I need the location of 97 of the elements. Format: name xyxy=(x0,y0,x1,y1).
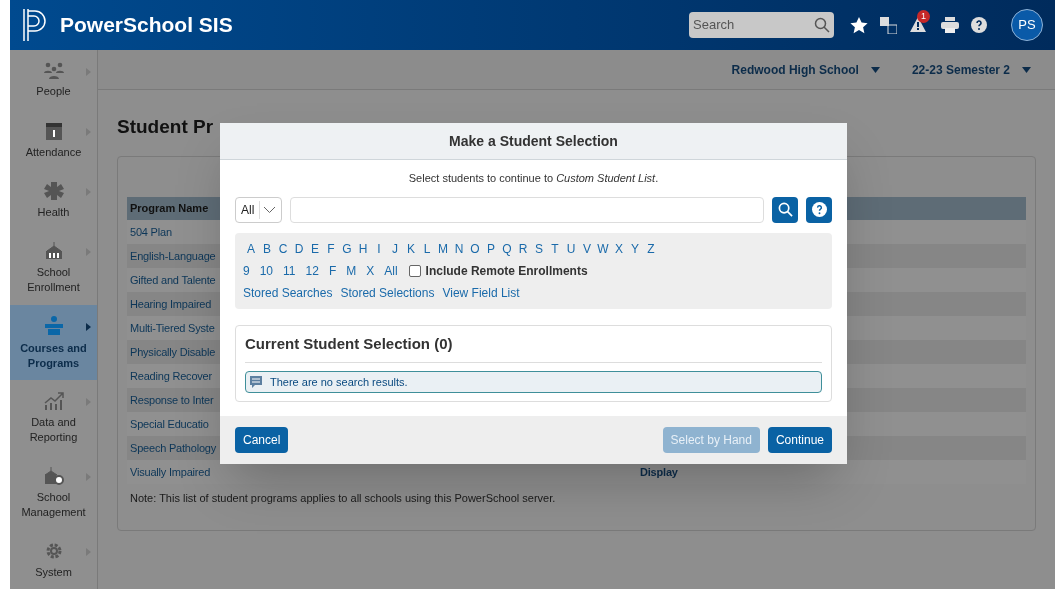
dialog-button[interactable]: Continue xyxy=(767,427,832,453)
school-gear-icon xyxy=(42,465,65,486)
remote-checkbox[interactable] xyxy=(408,264,421,277)
letter-link[interactable]: H xyxy=(355,239,371,258)
sidebar-label: People xyxy=(35,83,72,99)
caret-icon xyxy=(870,66,880,73)
sidebar-item[interactable]: School Management xyxy=(10,455,97,530)
sidebar-label: Courses and Programs xyxy=(19,340,88,371)
stored-link[interactable]: View Field List xyxy=(442,283,520,302)
letter-link[interactable]: A xyxy=(243,239,259,258)
page-title: Student Pr xyxy=(117,115,214,139)
sidebar-label: School Enrollment xyxy=(26,264,81,295)
sidebar-item[interactable]: Data and Reporting xyxy=(10,380,97,455)
checkbox-label: Include Remote Enrollments xyxy=(425,262,588,280)
display-link[interactable]: Display xyxy=(640,464,678,481)
medical-star-icon xyxy=(43,180,64,201)
sidebar-item[interactable]: Health xyxy=(10,170,97,230)
column-header: Program Name xyxy=(130,200,209,216)
grade-link[interactable]: X xyxy=(366,261,375,280)
letter-link[interactable]: E xyxy=(307,239,323,258)
search-icon xyxy=(814,17,830,33)
product-name: PowerSchool SIS xyxy=(60,12,233,39)
help-icon[interactable] xyxy=(971,17,987,33)
letter-link[interactable]: S xyxy=(531,239,547,258)
letter-link[interactable]: R xyxy=(515,239,531,258)
term-selector[interactable]: 22-23 Semester 2 xyxy=(911,60,1031,79)
grade-link[interactable]: 11 xyxy=(283,261,296,280)
search-field[interactable]: Search xyxy=(689,12,834,38)
user-avatar[interactable]: PS xyxy=(1011,9,1043,41)
dialog-subtitle: Select students to continue to Custom Student List. xyxy=(407,171,660,186)
letter-link[interactable]: U xyxy=(563,239,579,258)
letter-link[interactable]: D xyxy=(291,239,307,258)
search-input[interactable]: Search xyxy=(693,15,814,35)
help-button[interactable] xyxy=(806,196,832,223)
grade-link[interactable]: 12 xyxy=(305,261,319,280)
bar-chart-icon xyxy=(42,390,65,411)
stored-link[interactable]: Stored Searches xyxy=(243,283,333,302)
sidebar-label: Health xyxy=(36,204,71,220)
letter-link[interactable]: J xyxy=(387,239,403,258)
letter-link[interactable]: W xyxy=(595,239,611,258)
search-button[interactable] xyxy=(772,196,798,223)
letter-link[interactable]: M xyxy=(435,239,451,258)
table-note: Note: This list of student programs applies to all schools using this PowerSchool server. xyxy=(129,490,557,506)
message-text: There are no search results. xyxy=(270,374,408,390)
chevron-down-icon xyxy=(264,206,276,213)
dialog-title: Make a Student Selection xyxy=(449,131,618,151)
sidebar-item[interactable]: People xyxy=(10,50,97,110)
sidebar-item[interactable]: System xyxy=(10,530,97,589)
sidebar-label: School Management xyxy=(20,489,87,520)
selection-title: Current Student Selection (0) xyxy=(245,325,822,363)
logo-icon xyxy=(22,8,48,42)
letter-link[interactable]: X xyxy=(611,239,627,258)
letter-link[interactable]: C xyxy=(275,239,291,258)
sidebar-item[interactable]: Courses and Programs xyxy=(10,305,97,380)
lectern-icon xyxy=(42,314,65,337)
letter-link[interactable]: T xyxy=(547,239,563,258)
letter-link[interactable]: F xyxy=(323,239,339,258)
chevron-icon xyxy=(86,323,91,331)
dialog-button[interactable]: Cancel xyxy=(235,427,289,453)
sidebar-label: System xyxy=(34,564,73,580)
search-input[interactable] xyxy=(290,196,764,223)
grade-link[interactable]: All xyxy=(384,261,398,280)
letter-link[interactable]: Z xyxy=(643,239,659,258)
sidebar-label: Data and Reporting xyxy=(28,414,79,445)
filter-select[interactable]: All xyxy=(235,196,282,223)
letter-link[interactable]: I xyxy=(371,239,387,258)
translate-icon[interactable] xyxy=(880,16,897,34)
stored-link[interactable]: Stored Selections xyxy=(340,283,435,302)
help-icon xyxy=(811,202,827,217)
grade-link[interactable]: 10 xyxy=(259,261,274,280)
grade-link[interactable]: F xyxy=(328,261,337,280)
speech-bubble-icon xyxy=(250,376,262,388)
sidebar-label: Attendance xyxy=(24,144,83,160)
school-selector[interactable]: Redwood High School xyxy=(731,60,880,79)
letter-link[interactable]: B xyxy=(259,239,275,258)
grade-link[interactable]: 9 xyxy=(243,261,250,280)
letter-link[interactable]: G xyxy=(339,239,355,258)
letter-link[interactable]: V xyxy=(579,239,595,258)
search-icon xyxy=(777,202,793,217)
people-icon xyxy=(42,61,65,80)
letter-link[interactable]: P xyxy=(483,239,499,258)
letter-link[interactable]: Y xyxy=(627,239,643,258)
grade-link[interactable]: M xyxy=(346,261,357,280)
calendar-icon xyxy=(44,120,63,141)
notification-badge: 1 xyxy=(917,10,930,23)
sidebar-item[interactable]: Attendance xyxy=(10,110,97,170)
school-building-icon xyxy=(43,240,64,261)
letter-link[interactable]: Q xyxy=(499,239,515,258)
letter-link[interactable]: O xyxy=(467,239,483,258)
program-link[interactable]: Visually Impaired xyxy=(130,464,640,481)
printer-icon[interactable] xyxy=(941,17,959,33)
letter-link[interactable]: K xyxy=(403,239,419,258)
letter-link[interactable]: L xyxy=(419,239,435,258)
sidebar-item[interactable]: School Enrollment xyxy=(10,230,97,305)
star-icon[interactable] xyxy=(850,16,868,34)
letter-link[interactable]: N xyxy=(451,239,467,258)
caret-icon xyxy=(1022,66,1031,73)
